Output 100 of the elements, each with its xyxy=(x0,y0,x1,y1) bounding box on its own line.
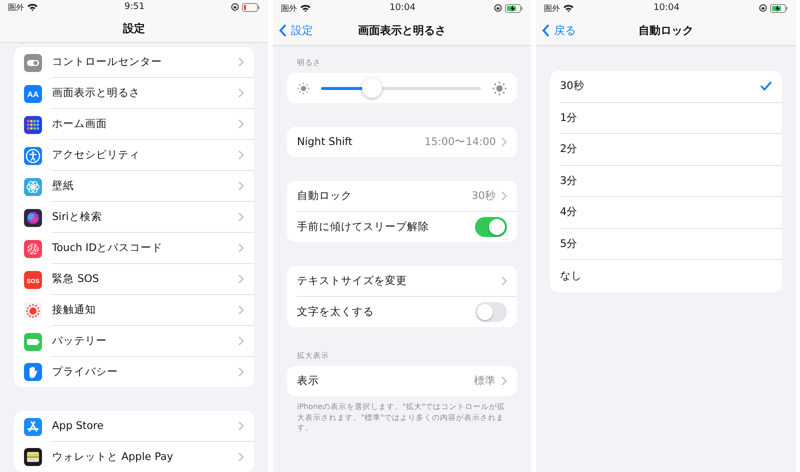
chevron-icon xyxy=(238,57,244,67)
carrier-label: 圏外 xyxy=(544,2,560,14)
row-label: 5分 xyxy=(560,236,578,251)
row-label: App Store xyxy=(52,420,104,432)
wallet-icon xyxy=(24,448,42,466)
settings-row[interactable]: Siriと検索 xyxy=(14,202,254,233)
option-row[interactable]: 1分 xyxy=(550,102,782,134)
chevron-icon xyxy=(238,336,244,346)
chevron-icon xyxy=(238,243,244,253)
row-label: ウォレットと Apple Pay xyxy=(52,450,174,464)
row-label: 手前に傾けてスリープ解除 xyxy=(297,220,429,234)
wifi-icon xyxy=(27,3,38,12)
settings-row[interactable]: テキストサイズを変更 xyxy=(287,266,517,297)
row-label: 緊急 SOS xyxy=(52,272,99,286)
back-link[interactable]: 設定 xyxy=(279,23,313,38)
status-time: 9:51 xyxy=(124,2,145,12)
brightness-slider[interactable] xyxy=(320,78,482,98)
back-link[interactable]: 戻る xyxy=(542,23,576,38)
row-label: バッテリー xyxy=(52,334,107,348)
settings-row[interactable]: アクセシビリティ xyxy=(14,140,254,171)
fingerprint-icon xyxy=(24,240,42,258)
orb-icon xyxy=(24,208,42,226)
row-label: なし xyxy=(560,268,582,283)
row-label: 自動ロック xyxy=(297,189,352,203)
row-label: 1分 xyxy=(560,110,578,125)
row-label: Siriと検索 xyxy=(52,210,102,224)
chevron-icon xyxy=(501,137,507,147)
dotted-sun-icon xyxy=(24,302,42,320)
row-label: アクセシビリティ xyxy=(52,148,140,162)
settings-row[interactable]: ウォレットと Apple Pay xyxy=(14,442,254,472)
battery-icon xyxy=(24,332,42,350)
settings-row[interactable]: バッテリー xyxy=(14,326,254,357)
status-time: 10:04 xyxy=(654,3,680,13)
rotation-lock-icon xyxy=(759,4,767,12)
carrier-label: 圏外 xyxy=(8,2,24,13)
screen-title: 画面表示と明るさ xyxy=(358,23,446,38)
option-row[interactable]: 2分 xyxy=(550,134,782,166)
toggle-switch[interactable] xyxy=(475,302,507,322)
chevron-icon xyxy=(238,305,244,315)
back-chevron-icon xyxy=(542,24,550,37)
settings-row[interactable]: Night Shift 15:00〜14:00 xyxy=(287,127,517,157)
chevron-icon xyxy=(238,181,244,191)
chevron-icon xyxy=(501,276,507,286)
wifi-icon xyxy=(300,4,311,12)
settings-row[interactable]: 文字を太くする xyxy=(287,297,517,327)
row-label: ホーム画面 xyxy=(52,117,107,131)
option-row[interactable]: なし xyxy=(550,260,782,292)
settings-row[interactable]: 表示 標準 xyxy=(287,366,517,396)
toggle-icon xyxy=(24,54,42,72)
row-label: 30秒 xyxy=(560,79,584,94)
settings-row[interactable]: 壁紙 xyxy=(14,171,254,202)
row-label: 画面表示と明るさ xyxy=(52,86,140,100)
settings-row[interactable]: 自動ロック 30秒 xyxy=(287,181,517,212)
rotation-lock-icon xyxy=(494,4,502,12)
app-grid-icon xyxy=(24,116,42,134)
settings-row[interactable]: Touch IDとパスコード xyxy=(14,233,254,264)
option-row[interactable]: 4分 xyxy=(550,197,782,228)
chevron-icon xyxy=(238,452,244,462)
wifi-icon xyxy=(563,4,574,12)
row-label: Touch IDとパスコード xyxy=(52,241,163,255)
row-label: 表示 xyxy=(297,374,319,388)
rotation-lock-icon xyxy=(231,3,239,12)
chevron-icon xyxy=(501,376,507,386)
row-value: 30秒 xyxy=(472,189,496,203)
row-label: 接触通知 xyxy=(52,303,96,317)
row-label: 2分 xyxy=(560,142,578,156)
slider-thumb[interactable] xyxy=(362,78,382,98)
status-time: 10:04 xyxy=(390,3,416,13)
row-label: 壁紙 xyxy=(52,179,74,193)
row-label: 3分 xyxy=(560,174,578,188)
flower-icon xyxy=(24,178,42,196)
settings-row[interactable]: 接触通知 xyxy=(14,295,254,326)
chevron-icon xyxy=(238,274,244,284)
settings-row[interactable]: コントロールセンター xyxy=(14,47,254,78)
carrier-label: 圏外 xyxy=(281,2,297,14)
accessibility-icon xyxy=(24,146,42,164)
settings-row[interactable]: AA 画面表示と明るさ xyxy=(14,78,254,109)
row-label: プライバシー xyxy=(52,365,118,379)
row-label: テキストサイズを変更 xyxy=(297,274,407,288)
chevron-icon xyxy=(238,119,244,129)
settings-row[interactable]: ホーム画面 xyxy=(14,109,254,140)
settings-row[interactable]: App Store xyxy=(14,411,254,442)
back-chevron-icon xyxy=(279,24,287,37)
screen-title: 設定 xyxy=(123,20,145,36)
chevron-icon xyxy=(238,421,244,431)
text-size-icon: AA xyxy=(24,84,42,102)
row-label: コントロールセンター xyxy=(52,55,162,69)
hand-icon xyxy=(24,363,42,381)
row-label: Night Shift xyxy=(297,136,352,148)
chevron-icon xyxy=(238,150,244,160)
settings-row[interactable]: 手前に傾けてスリープ解除 xyxy=(287,212,517,242)
option-row[interactable]: 30秒 xyxy=(550,71,782,102)
row-label: 文字を太くする xyxy=(297,305,374,319)
toggle-switch[interactable] xyxy=(475,217,507,237)
option-row[interactable]: 5分 xyxy=(550,228,782,260)
app-store-icon xyxy=(24,418,42,436)
sun-small-icon xyxy=(297,82,310,94)
chevron-icon xyxy=(501,191,507,201)
option-row[interactable]: 3分 xyxy=(550,166,782,197)
settings-row[interactable]: プライバシー xyxy=(14,357,254,387)
